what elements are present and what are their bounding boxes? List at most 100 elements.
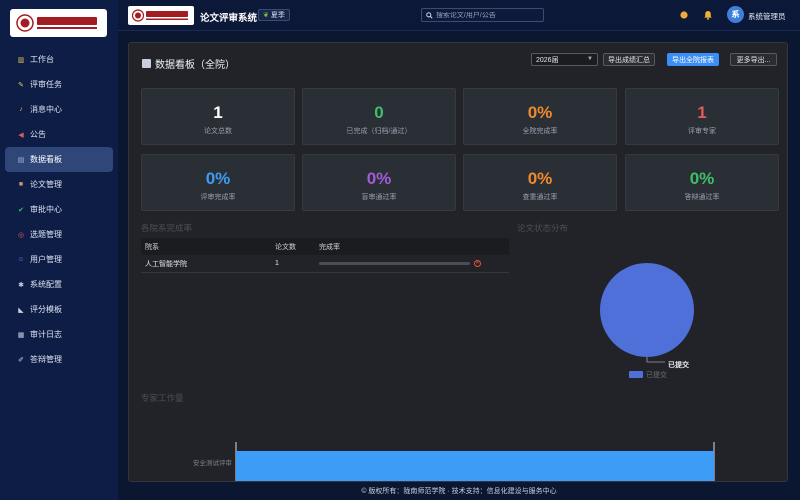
- sun-icon: [680, 11, 688, 19]
- search-input[interactable]: [435, 11, 543, 19]
- stat-card: 1 论文总数: [141, 88, 295, 145]
- sidebar-item-label: 审计日志: [30, 330, 62, 339]
- theme-toggle-button[interactable]: [678, 9, 690, 21]
- stat-label: 答辩通过率: [684, 194, 720, 201]
- legend-label[interactable]: 已提交: [646, 370, 667, 380]
- stat-label: 评审完成率: [200, 194, 236, 201]
- stat-label: 论文总数: [204, 128, 232, 135]
- sidebar-item-3[interactable]: ◀ 公告: [0, 122, 118, 147]
- stat-value: 0%: [527, 103, 553, 122]
- global-search[interactable]: [421, 8, 544, 22]
- sidebar-item-label: 系统配置: [30, 280, 62, 289]
- season-badge[interactable]: ❦ 夏季: [258, 9, 290, 21]
- dept-completion: ✕: [319, 260, 509, 267]
- stat-label: 盲审通过率: [361, 194, 397, 201]
- col-header-completion: 完成率: [319, 243, 340, 251]
- legend-swatch[interactable]: [629, 371, 643, 378]
- avatar[interactable]: 系: [727, 6, 744, 23]
- sidebar-item-1[interactable]: ✎ 评审任务: [0, 72, 118, 97]
- dashboard-icon: [142, 59, 151, 68]
- dashboard-panel: 数据看板（全院） 2026届 ▼ 导出成绩汇总 导出全院报表 更多导出... 1…: [128, 42, 788, 482]
- app-title: 论文评审系统: [200, 13, 258, 24]
- ruler-icon: ◣: [18, 306, 24, 314]
- bar[interactable]: [236, 451, 714, 481]
- header-logo-image: [131, 9, 188, 22]
- sidebar: ▥ 工作台 ✎ 评审任务 ♪ 消息中心 ◀ 公告 ▤ 数据看板 ■ 论文管理 ✔ 审批中心 ◎ 选题管理 ☺ 用户…: [0, 0, 118, 500]
- stat-card: 0% 查重通过率: [463, 154, 617, 211]
- close-circle-icon: ✕: [474, 260, 481, 267]
- completion-progress-bar: [319, 262, 470, 265]
- sidebar-item-11[interactable]: ▦ 审计日志: [0, 322, 118, 347]
- sidebar-nav: ▥ 工作台 ✎ 评审任务 ♪ 消息中心 ◀ 公告 ▤ 数据看板 ■ 论文管理 ✔ 审批中心 ◎ 选题管理 ☺ 用户…: [0, 47, 118, 372]
- status-pie-chart: [599, 258, 699, 370]
- sidebar-item-12[interactable]: ✐ 答辩管理: [0, 347, 118, 372]
- stat-card: 1 评审专家: [625, 88, 779, 145]
- logo-image: [15, 14, 97, 32]
- stat-label: 查重通过率: [522, 194, 558, 201]
- season-label: 夏季: [270, 12, 285, 19]
- sidebar-item-label: 答辩管理: [30, 355, 62, 364]
- stat-card: 0 已完成（归档/通过）: [302, 88, 456, 145]
- user-name[interactable]: 系统管理员: [748, 11, 786, 22]
- more-export-button[interactable]: 更多导出...: [730, 53, 777, 66]
- sidebar-item-label: 消息中心: [30, 105, 62, 114]
- sidebar-item-0[interactable]: ▥ 工作台: [0, 47, 118, 72]
- logo[interactable]: [10, 9, 107, 37]
- stat-value: 0: [374, 103, 384, 122]
- sidebar-item-2[interactable]: ♪ 消息中心: [0, 97, 118, 122]
- stat-card: 0% 评审完成率: [141, 154, 295, 211]
- dept-name: 人工智能学院: [145, 260, 187, 268]
- stat-value: 0%: [366, 169, 392, 188]
- target-icon: ◎: [17, 231, 25, 239]
- sidebar-item-6[interactable]: ✔ 审批中心: [0, 197, 118, 222]
- col-header-count: 论文数: [275, 243, 296, 251]
- sidebar-item-10[interactable]: ◣ 评分模板: [0, 297, 118, 322]
- status-section-title: 论文状态分布: [517, 223, 569, 233]
- dept-section-title: 各院系完成率: [141, 223, 193, 233]
- stat-card: 0% 答辩通过率: [625, 154, 779, 211]
- bar-category-label: 安全测试评审: [193, 458, 232, 467]
- log-icon: ▦: [17, 331, 25, 339]
- megaphone-icon: ◀: [18, 131, 24, 139]
- pie-svg: [600, 263, 694, 363]
- stat-label: 全院完成率: [522, 128, 558, 135]
- header-logo[interactable]: [128, 6, 194, 25]
- gear-icon: ✱: [18, 281, 24, 289]
- notification-button[interactable]: [702, 9, 714, 21]
- sidebar-item-7[interactable]: ◎ 选题管理: [0, 222, 118, 247]
- sidebar-item-4[interactable]: ▤ 数据看板: [5, 147, 113, 172]
- export-report-button[interactable]: 导出全院报表: [667, 53, 719, 66]
- sidebar-item-label: 公告: [30, 130, 46, 139]
- search-icon: [426, 11, 433, 19]
- stat-value: 0%: [527, 169, 553, 188]
- expert-workload-chart: 安全测试评审: [193, 442, 715, 481]
- pie-slice[interactable]: [600, 263, 694, 357]
- export-grades-button[interactable]: 导出成绩汇总: [603, 53, 655, 66]
- sidebar-item-label: 评分模板: [30, 305, 62, 314]
- stat-value: 1: [213, 103, 223, 122]
- pen-icon: ✎: [18, 81, 24, 89]
- box-icon: ■: [18, 181, 24, 188]
- stat-card: 0% 全院完成率: [463, 88, 617, 145]
- top-bar: 论文评审系统 ❦ 夏季 系 系统管理员: [118, 0, 800, 31]
- pie-label-leader-line: [646, 357, 665, 363]
- sidebar-item-8[interactable]: ☺ 用户管理: [0, 247, 118, 272]
- panel-title-text: 数据看板（全院）: [155, 60, 235, 71]
- year-select-value: 2026届: [536, 56, 559, 64]
- year-select[interactable]: 2026届 ▼: [531, 53, 598, 66]
- stat-value: 0%: [205, 169, 231, 188]
- dept-table-header: 院系 论文数 完成率: [141, 238, 509, 255]
- sidebar-item-label: 用户管理: [30, 255, 62, 264]
- stat-card: 0% 盲审通过率: [302, 154, 456, 211]
- table-row[interactable]: 人工智能学院 1 ✕: [141, 255, 509, 273]
- sidebar-item-label: 选题管理: [30, 230, 62, 239]
- sidebar-item-label: 评审任务: [30, 80, 62, 89]
- mic-icon: ✐: [18, 356, 24, 364]
- pie-slice-label: 已提交: [668, 362, 689, 369]
- sidebar-item-5[interactable]: ■ 论文管理: [0, 172, 118, 197]
- stat-value: 1: [697, 103, 707, 122]
- sidebar-item-9[interactable]: ✱ 系统配置: [0, 272, 118, 297]
- bar-chart-icon: ▥: [17, 56, 25, 64]
- check-icon: ✔: [18, 206, 24, 214]
- panel-title: 数据看板（全院）: [142, 56, 235, 71]
